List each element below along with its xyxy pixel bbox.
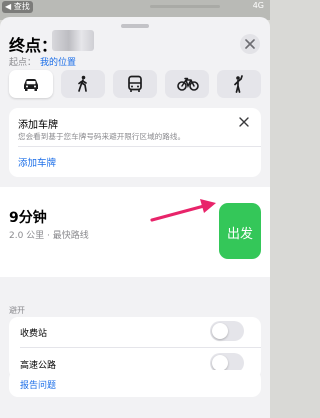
route-option-card[interactable]: 9分钟 2.0 公里 · 最快路线 出发 — [0, 187, 270, 277]
network-indicator: 4G — [252, 1, 264, 10]
route-details: 2.0 公里 · 最快路线 — [9, 231, 89, 241]
mode-walk-button[interactable] — [61, 70, 105, 98]
bicycle-icon — [177, 77, 199, 91]
mode-rideshare-button[interactable] — [217, 70, 261, 98]
sheet-grabber[interactable] — [121, 24, 149, 28]
go-button-label: 出发 — [226, 227, 253, 242]
report-issue-card: 报告问题 — [9, 370, 261, 397]
license-plate-card: 添加车牌 您会看到基于您车牌号码来避开限行区域的路线。 添加车牌 — [9, 108, 261, 177]
close-button[interactable] — [240, 34, 260, 54]
plate-card-divider — [18, 146, 261, 147]
row-divider — [20, 347, 261, 348]
toggle-knob — [212, 323, 228, 339]
avoid-section-label: 避开 — [9, 306, 25, 315]
toggle-knob — [212, 355, 228, 371]
plate-card-title: 添加车牌 — [18, 120, 58, 131]
mode-drive-button[interactable] — [9, 70, 53, 98]
route-duration: 9分钟 — [9, 210, 47, 226]
mode-cycle-button[interactable] — [165, 70, 209, 98]
avoid-tolls-row: 收费站 — [9, 318, 261, 346]
car-icon — [24, 79, 38, 91]
mode-transit-button[interactable] — [113, 70, 157, 98]
destination-label: 终点： — [9, 36, 58, 55]
map-background — [150, 5, 220, 8]
origin-label: 起点： — [9, 58, 37, 68]
person-waving-icon — [234, 75, 243, 93]
plate-card-close-icon[interactable] — [237, 115, 251, 129]
transport-mode-selector — [9, 70, 261, 100]
bus-icon — [128, 75, 142, 92]
plate-card-description: 您会看到基于您车牌号码来避开限行区域的路线。 — [18, 132, 186, 141]
avoid-tolls-toggle[interactable] — [210, 321, 244, 341]
origin-row: 起点： 我的位置 — [9, 55, 76, 68]
avoid-tolls-label: 收费站 — [20, 329, 48, 339]
origin-my-location-link[interactable]: 我的位置 — [40, 58, 76, 68]
add-license-plate-link[interactable]: 添加车牌 — [18, 155, 56, 169]
directions-sheet: 终点： 起点： 我的位置 添加车牌 您会看到基于您车牌号码来避开限行区域的路线。… — [0, 17, 270, 418]
report-issue-link[interactable]: 报告问题 — [20, 378, 56, 391]
back-to-search-button[interactable]: ◀ 查找 — [2, 1, 33, 13]
walk-icon — [78, 75, 87, 92]
go-button[interactable]: 出发 — [219, 203, 261, 259]
pink-annotation-arrow-icon — [150, 199, 216, 222]
close-icon — [245, 39, 255, 49]
destination-name-redacted — [52, 30, 94, 51]
